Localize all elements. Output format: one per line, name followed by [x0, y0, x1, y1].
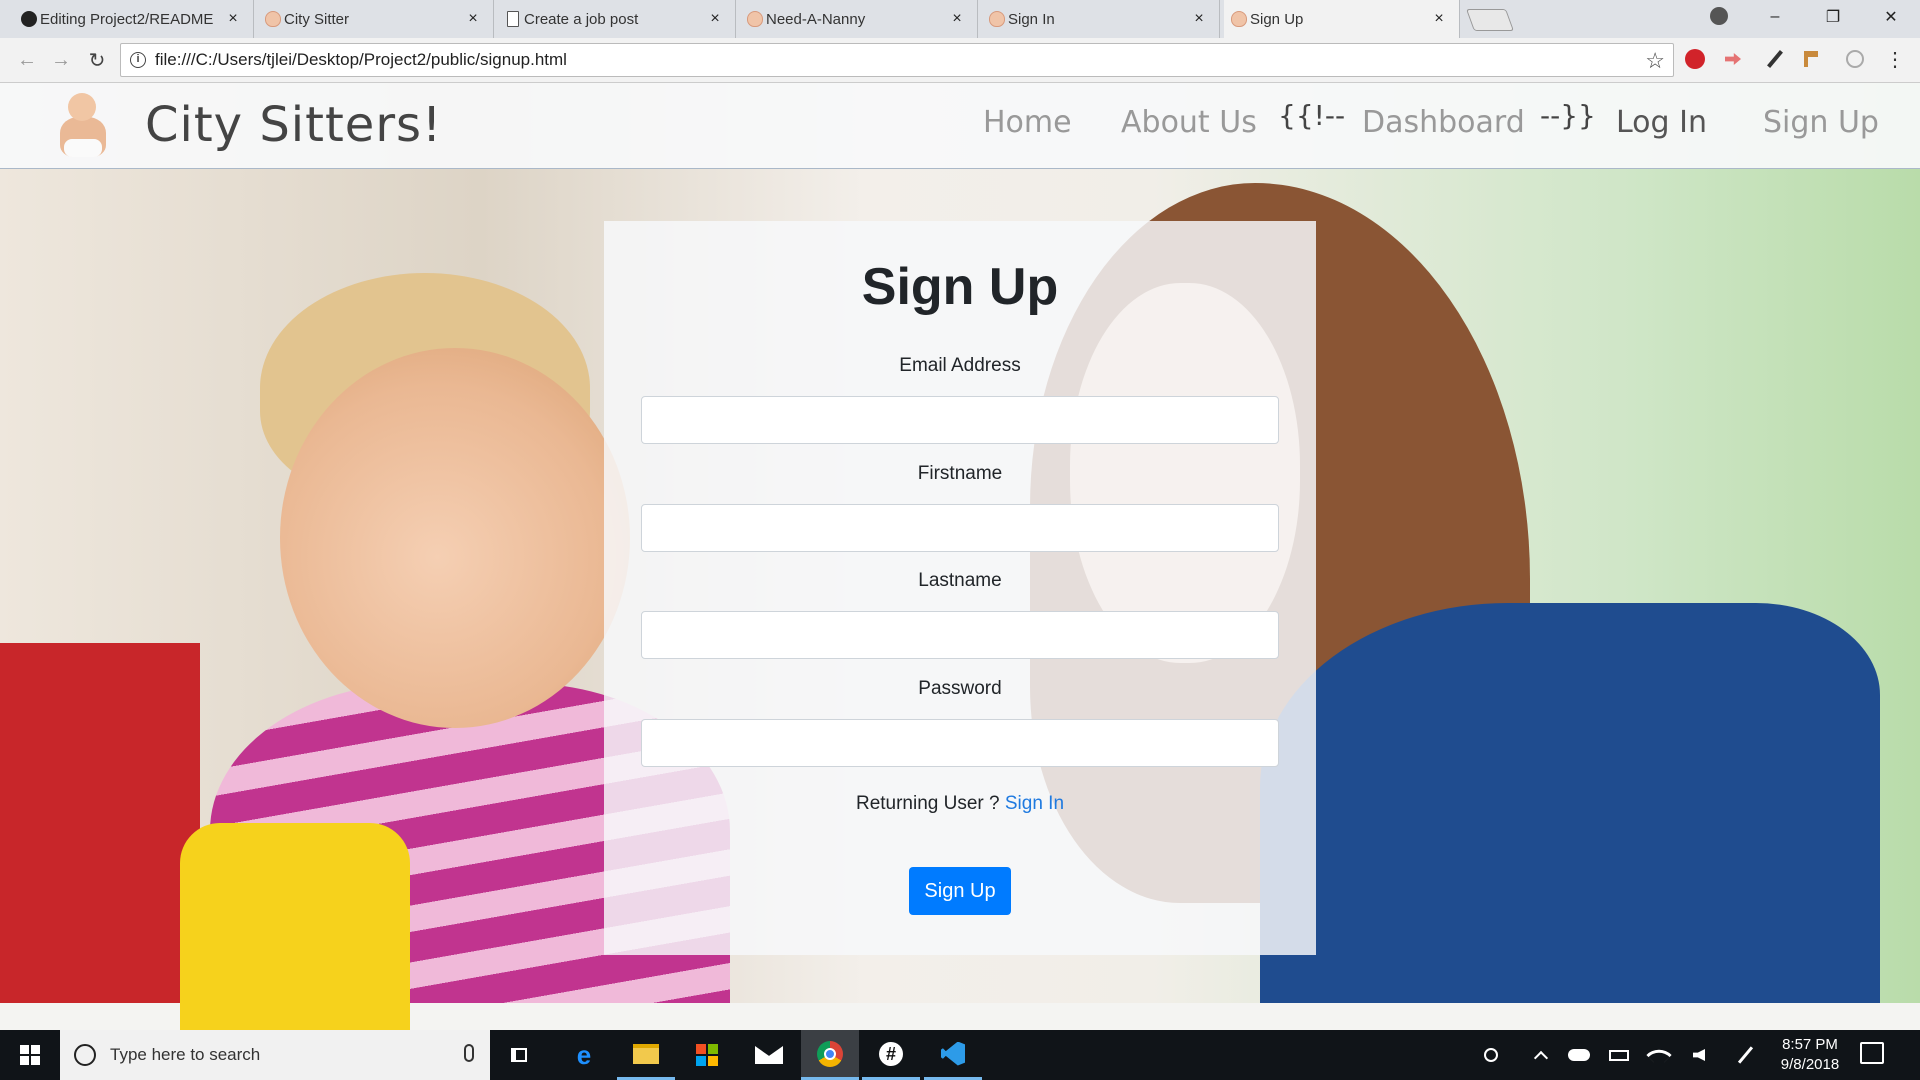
tab-sign-in[interactable]: Sign In × — [982, 0, 1220, 38]
clock-time: 8:57 PM — [1782, 1036, 1838, 1053]
tab-editing-readme[interactable]: Editing Project2/README × — [14, 0, 254, 38]
new-tab-button[interactable] — [1465, 9, 1515, 31]
close-icon[interactable]: × — [465, 10, 481, 28]
taskbar-clock[interactable]: 8:57 PM 9/8/2018 — [1768, 1035, 1852, 1075]
profile-icon[interactable] — [1710, 7, 1728, 25]
baby-icon — [1231, 11, 1247, 27]
extension-circle-icon[interactable] — [1844, 48, 1866, 70]
hammer-extension-icon[interactable] — [1800, 48, 1822, 70]
pen-ink-icon[interactable] — [1728, 1030, 1762, 1080]
people-icon[interactable] — [1474, 1030, 1508, 1080]
file-explorer-icon[interactable] — [617, 1030, 675, 1080]
email-field[interactable] — [641, 396, 1279, 444]
windows-start-button[interactable] — [0, 1030, 60, 1080]
info-icon[interactable]: i — [130, 52, 146, 68]
signup-card: Sign Up Email Address Firstname Lastname… — [604, 221, 1316, 955]
tab-title: Create a job post — [524, 10, 639, 28]
github-icon — [21, 11, 37, 27]
tab-title: Need-A-Nanny — [766, 10, 866, 28]
close-icon[interactable]: × — [1191, 10, 1207, 28]
chrome-icon[interactable] — [801, 1030, 859, 1080]
task-view-icon[interactable] — [490, 1030, 548, 1080]
template-comment-open: {{!-- — [1278, 99, 1346, 132]
lastname-field[interactable] — [641, 611, 1279, 659]
tab-need-a-nanny[interactable]: Need-A-Nanny × — [740, 0, 978, 38]
sign-up-button[interactable]: Sign Up — [909, 867, 1011, 915]
tab-title: City Sitter — [284, 10, 350, 28]
edge-browser-icon[interactable]: e — [555, 1030, 613, 1080]
maximize-button[interactable]: ❐ — [1810, 0, 1856, 34]
close-icon[interactable]: × — [707, 10, 723, 28]
sign-in-link[interactable]: Sign In — [1005, 793, 1064, 814]
woman-dress — [1260, 603, 1880, 1030]
tab-city-sitter[interactable]: City Sitter × — [258, 0, 494, 38]
taskbar-search[interactable]: Type here to search — [60, 1030, 490, 1080]
email-label: Email Address — [899, 355, 1021, 376]
volume-muted-icon[interactable] — [1682, 1030, 1716, 1080]
eyedropper-extension-icon[interactable] — [1764, 48, 1786, 70]
url-text: file:///C:/Users/tjlei/Desktop/Project2/… — [155, 50, 567, 69]
page-title: Sign Up — [861, 258, 1059, 316]
clock-date: 9/8/2018 — [1780, 1056, 1840, 1073]
nav-log-in[interactable]: Log In — [1616, 105, 1707, 140]
nav-about-us[interactable]: About Us — [1121, 105, 1257, 140]
document-icon — [507, 11, 519, 27]
close-window-button[interactable]: ✕ — [1868, 0, 1914, 34]
windows-taskbar: Type here to search e # 8:57 PM 9/8/2018 — [0, 1030, 1920, 1080]
battery-icon[interactable] — [1602, 1030, 1636, 1080]
tab-title: Editing Project2/README — [40, 10, 214, 28]
returning-user-label: Returning User ? — [855, 793, 1000, 814]
browser-toolbar: ← → ↻ i file:///C:/Users/tjlei/Desktop/P… — [0, 38, 1920, 83]
firstname-field[interactable] — [641, 504, 1279, 552]
microsoft-store-icon[interactable] — [678, 1030, 736, 1080]
returning-user-text: Returning User ? Sign In — [604, 793, 1316, 815]
tab-title: Sign Up — [1250, 10, 1304, 28]
template-comment-close: --}} — [1540, 99, 1596, 132]
reload-icon[interactable]: ↻ — [84, 47, 110, 73]
back-icon[interactable]: ← — [14, 47, 40, 73]
red-toy-box — [0, 643, 200, 1030]
chrome-menu-icon[interactable]: ⋮ — [1884, 48, 1906, 71]
baby-logo-icon[interactable] — [52, 93, 114, 159]
nav-sign-up[interactable]: Sign Up — [1763, 105, 1879, 140]
minimize-button[interactable]: – — [1752, 0, 1798, 34]
nav-dashboard[interactable]: Dashboard — [1362, 105, 1525, 140]
wifi-icon[interactable] — [1642, 1030, 1676, 1080]
windows-logo-icon — [20, 1045, 40, 1065]
address-bar[interactable]: i file:///C:/Users/tjlei/Desktop/Project… — [120, 43, 1674, 77]
vscode-icon[interactable] — [924, 1030, 982, 1080]
mail-icon[interactable] — [740, 1030, 798, 1080]
search-placeholder: Type here to search — [110, 1045, 261, 1064]
tab-sign-up[interactable]: Sign Up × — [1224, 0, 1460, 38]
close-icon[interactable]: × — [949, 10, 965, 28]
password-field[interactable] — [641, 719, 1279, 767]
baby-icon — [265, 11, 281, 27]
firstname-label: Firstname — [917, 463, 1003, 484]
nav-home[interactable]: Home — [983, 105, 1072, 140]
close-icon[interactable]: × — [1431, 10, 1447, 28]
tab-title: Sign In — [1008, 10, 1055, 28]
password-label: Password — [918, 678, 1002, 699]
lastpass-extension-icon[interactable] — [1684, 48, 1706, 70]
page-viewport: City Sitters! Home About Us {{!-- Dashbo… — [0, 83, 1920, 1030]
site-navbar: City Sitters! Home About Us {{!-- Dashbo… — [0, 83, 1920, 169]
baby-icon — [989, 11, 1005, 27]
chevron-up-icon[interactable] — [1524, 1030, 1558, 1080]
onedrive-cloud-icon[interactable] — [1562, 1030, 1596, 1080]
cortana-icon — [74, 1044, 96, 1066]
bookmark-star-icon[interactable]: ☆ — [1645, 48, 1665, 74]
lastname-label: Lastname — [918, 570, 1002, 591]
forward-icon[interactable]: → — [48, 47, 74, 73]
close-icon[interactable]: × — [225, 10, 241, 28]
girl-face — [280, 348, 630, 728]
extension-arrow-icon[interactable] — [1722, 48, 1744, 70]
tab-create-job-post[interactable]: Create a job post × — [498, 0, 736, 38]
pencil-jar — [180, 823, 410, 1030]
baby-icon — [747, 11, 763, 27]
microphone-icon[interactable] — [464, 1044, 474, 1062]
brand-title[interactable]: City Sitters! — [145, 97, 442, 153]
browser-tab-strip: Editing Project2/README × City Sitter × … — [0, 0, 1920, 38]
slack-icon[interactable]: # — [862, 1030, 920, 1080]
action-center-icon[interactable] — [1860, 1042, 1884, 1064]
